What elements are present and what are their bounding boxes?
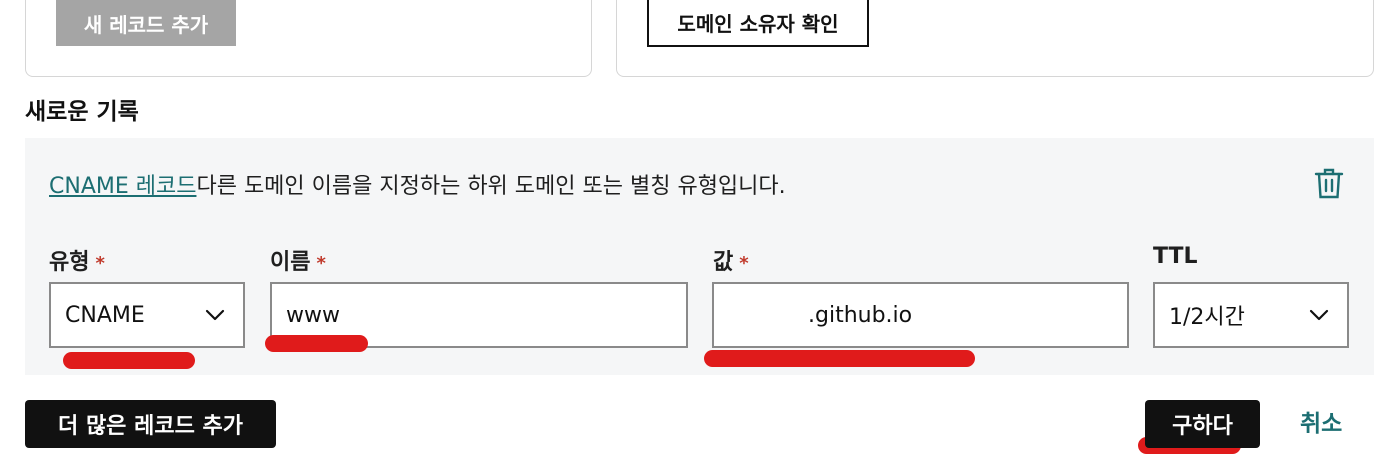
required-marker: *: [316, 253, 326, 274]
verify-domain-owner-button[interactable]: 도메인 소유자 확인: [647, 0, 869, 47]
add-more-records-button[interactable]: 더 많은 레코드 추가: [25, 400, 276, 448]
record-description: CNAME 레코드다른 도메인 이름을 지정하는 하위 도메인 또는 별칭 유형…: [49, 168, 786, 200]
value-input-value: .github.io: [808, 302, 913, 328]
add-new-record-button[interactable]: 새 레코드 추가: [56, 0, 236, 46]
annotation-mark: [63, 352, 195, 369]
required-marker: *: [95, 253, 105, 274]
chevron-down-icon: [205, 309, 225, 321]
value-input[interactable]: .github.io: [712, 282, 1129, 348]
type-select[interactable]: CNAME: [49, 282, 245, 348]
type-label: 유형 *: [49, 250, 105, 275]
required-marker: *: [739, 253, 749, 274]
name-input-value: www: [286, 302, 340, 328]
chevron-down-icon: [1309, 309, 1329, 321]
record-description-text: 다른 도메인 이름을 지정하는 하위 도메인 또는 별칭 유형입니다.: [196, 174, 786, 199]
trash-icon[interactable]: [1310, 164, 1348, 202]
ttl-select-value: 1/2시간: [1169, 305, 1245, 330]
annotation-mark: [704, 350, 975, 367]
cancel-button[interactable]: 취소: [1300, 404, 1342, 438]
save-button[interactable]: 구하다: [1145, 400, 1260, 448]
record-type-link[interactable]: CNAME 레코드: [49, 174, 196, 199]
ttl-select[interactable]: 1/2시간: [1153, 282, 1349, 348]
name-label: 이름 *: [270, 250, 326, 275]
section-title: 새로운 기록: [25, 99, 139, 125]
value-label: 값 *: [713, 250, 749, 275]
ttl-label: TTL: [1153, 244, 1198, 269]
type-select-value: CNAME: [65, 302, 145, 328]
redacted-text: [728, 304, 808, 326]
annotation-mark: [265, 335, 368, 352]
